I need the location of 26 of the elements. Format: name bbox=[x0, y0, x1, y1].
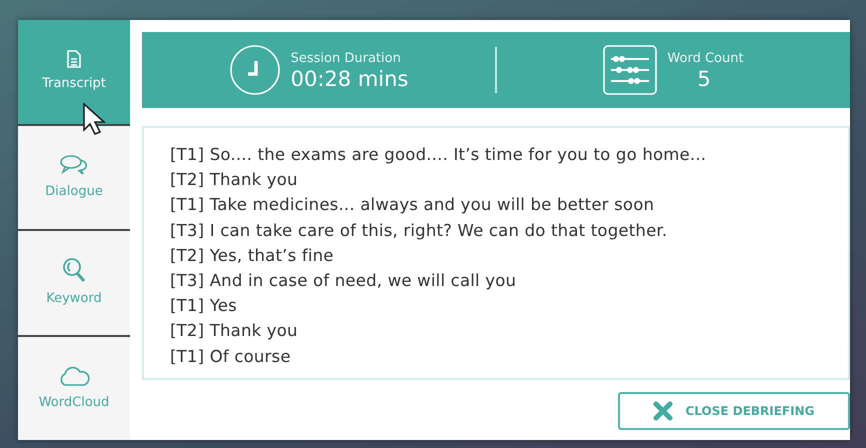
transcript-line: [T1] So.... the exams are good.... It’s time for you to go home... bbox=[170, 144, 708, 166]
transcript-line: [T1] Yes bbox=[170, 295, 238, 318]
chat-bubbles-icon bbox=[59, 154, 89, 176]
abacus-icon bbox=[603, 45, 658, 95]
stat-label: Session Duration bbox=[290, 50, 402, 68]
stat-label: Word Count bbox=[667, 50, 744, 68]
stat-value: 5 bbox=[696, 68, 712, 92]
transcript-line: [T3] And in case of need, we will call you bbox=[170, 270, 518, 292]
clock-icon bbox=[228, 44, 281, 96]
transcript-line: [T3] I can take care of this, right? We can do that together. bbox=[170, 220, 668, 242]
sidebar-tab[interactable]: Dialogue bbox=[18, 126, 130, 229]
search-icon bbox=[62, 257, 86, 283]
close-icon bbox=[653, 401, 674, 421]
sidebar-tab[interactable]: Transcript bbox=[18, 20, 130, 124]
close-debriefing-button[interactable]: CLOSE DEBRIEFING bbox=[618, 392, 850, 430]
transcript-line: [T2] Thank you bbox=[170, 320, 299, 342]
transcript-line: [T1] Take medicines... always and you will be better soon bbox=[170, 194, 656, 216]
sidebar-tab[interactable]: WordCloud bbox=[18, 336, 130, 440]
mouse-pointer-icon bbox=[82, 102, 108, 136]
transcript-line: [T1] Of course bbox=[170, 346, 292, 368]
cloud-icon bbox=[58, 364, 90, 386]
stat-value: 00:28 mins bbox=[290, 68, 408, 92]
sidebar-tab[interactable]: Keyword bbox=[18, 231, 130, 334]
transcript-line: [T2] Yes, that’s fine bbox=[170, 244, 335, 267]
transcript-line: [T2] Thank you bbox=[170, 169, 299, 192]
document-icon bbox=[66, 50, 82, 68]
